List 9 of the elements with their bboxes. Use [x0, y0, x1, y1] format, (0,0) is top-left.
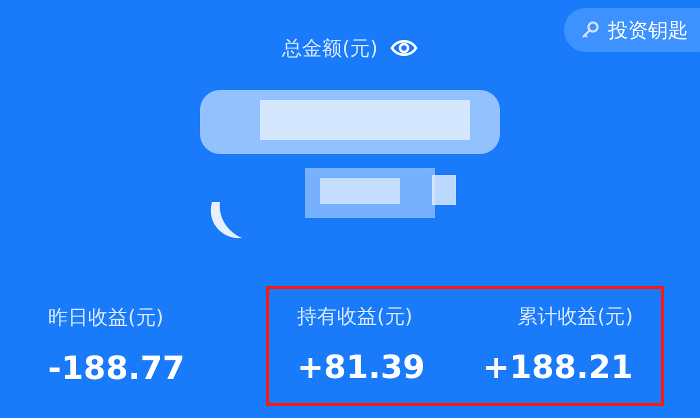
- stat-label: 持有收益(元): [297, 303, 413, 330]
- stat-value: +188.21: [482, 347, 633, 388]
- stat-label: 昨日收益(元): [48, 304, 164, 331]
- investment-key-button[interactable]: 投资钥匙: [564, 8, 700, 52]
- key-icon: [580, 20, 600, 40]
- stat-value: -188.77: [48, 348, 185, 389]
- total-amount-title: 总金额(元): [282, 35, 378, 62]
- stat-value: +81.39: [297, 347, 426, 388]
- stat-label: 累计收益(元): [517, 303, 633, 330]
